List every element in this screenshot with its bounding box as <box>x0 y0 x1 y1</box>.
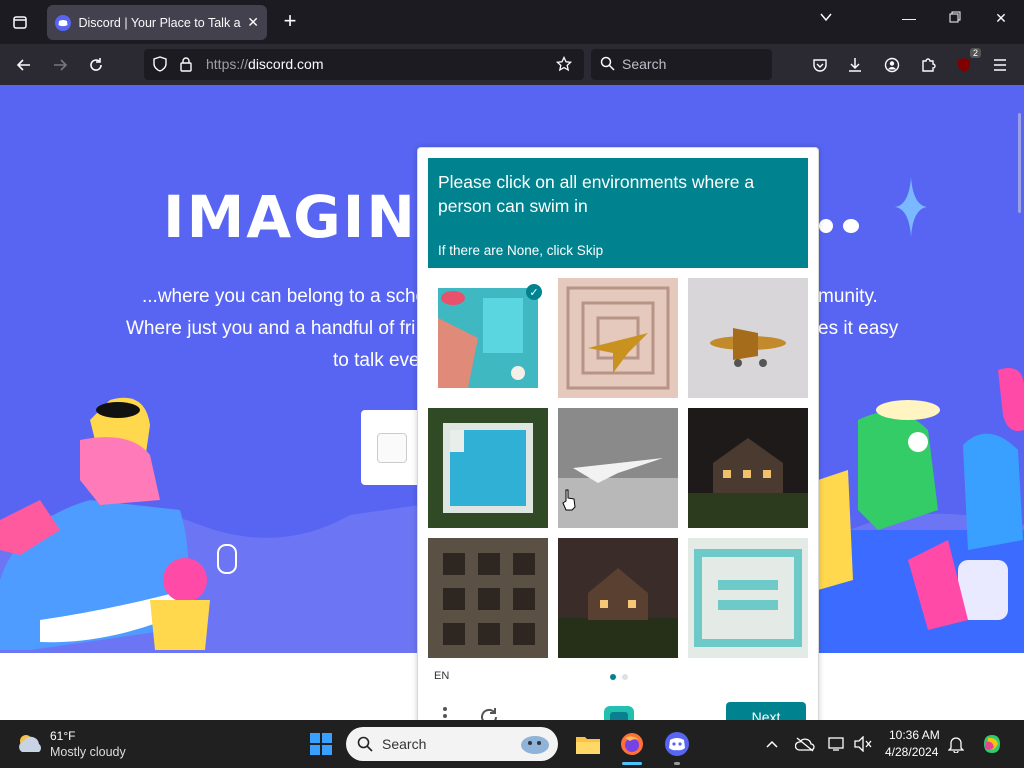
tab-title: Discord | Your Place to Talk and <box>78 15 242 30</box>
captcha-tile-1[interactable]: ✓ <box>428 278 548 398</box>
new-tab-icon[interactable]: + <box>278 8 302 36</box>
active-app-indicator <box>622 762 642 765</box>
plane-pattern-image <box>558 278 678 398</box>
back-icon[interactable] <box>10 52 38 78</box>
search-bar[interactable]: Search <box>591 49 772 80</box>
url-bar[interactable]: https://discord.com <box>144 49 584 80</box>
captcha-prompt-subtext: If there are None, click Skip <box>438 243 604 258</box>
hand-cursor-icon <box>562 489 576 511</box>
cloud-weather-icon[interactable] <box>16 732 44 759</box>
taskbar-search[interactable]: Search <box>346 727 558 761</box>
minimize-icon[interactable]: — <box>894 10 924 26</box>
file-explorer-icon[interactable] <box>576 732 600 756</box>
language-selector[interactable]: EN <box>434 670 449 682</box>
page-indicator-active <box>610 674 616 680</box>
captcha-tile-8[interactable] <box>558 538 678 658</box>
search-icon <box>600 56 615 76</box>
swimming-pool-image <box>428 408 548 528</box>
toy-airplane-image <box>688 278 808 398</box>
network-icon[interactable] <box>825 732 849 756</box>
account-icon[interactable] <box>878 52 906 78</box>
restore-icon[interactable] <box>940 10 970 26</box>
right-character-illustration <box>818 368 1024 655</box>
tab-bar: Discord | Your Place to Talk and ✕ + — ✕ <box>0 0 1024 44</box>
hero-tagline-line1: ...where you can belong to a scho <box>142 286 427 307</box>
dot-decoration <box>819 219 833 233</box>
show-hidden-icons-chevron-icon[interactable] <box>760 732 784 756</box>
taskbar-search-placeholder: Search <box>382 736 427 752</box>
lock-icon[interactable] <box>179 56 193 77</box>
volume-muted-icon[interactable] <box>851 732 875 756</box>
page-indicator <box>622 674 628 680</box>
download-icon[interactable] <box>841 52 869 78</box>
selected-check-icon: ✓ <box>526 284 542 300</box>
hero-tagline-line2-end: es it easy <box>818 318 899 339</box>
captcha-tile-3[interactable] <box>688 278 808 398</box>
tab-list-icon[interactable] <box>6 8 34 36</box>
left-character-illustration <box>0 397 237 650</box>
extension-badge: 2 <box>969 48 981 58</box>
running-app-indicator <box>674 762 680 765</box>
onedrive-offline-icon[interactable] <box>793 732 817 756</box>
hero-tagline-line3: to talk eve <box>333 350 420 371</box>
close-tab-icon[interactable]: ✕ <box>247 14 259 31</box>
captcha-prompt: Please click on all environments where a… <box>428 158 808 268</box>
search-placeholder: Search <box>622 56 667 72</box>
list-all-tabs-icon[interactable] <box>811 10 841 27</box>
hero-title: IMAGIN <box>163 183 417 251</box>
pool-illustration-image <box>688 538 808 658</box>
captcha-prompt-text: Please click on all environments where a… <box>438 172 755 216</box>
weather-description[interactable]: Mostly cloudy <box>50 745 126 759</box>
clock-time[interactable]: 10:36 AM <box>889 728 940 742</box>
house-at-night-image <box>688 408 808 528</box>
pocket-icon[interactable] <box>806 52 834 78</box>
menu-icon[interactable] <box>986 52 1014 78</box>
discord-favicon-icon <box>55 14 71 31</box>
shield-icon[interactable] <box>152 56 168 77</box>
tab-discord[interactable]: Discord | Your Place to Talk and ✕ <box>47 5 267 40</box>
discord-app-icon[interactable] <box>665 732 689 756</box>
captcha-tile-6[interactable] <box>688 408 808 528</box>
captcha-challenge: Please click on all environments where a… <box>417 147 819 727</box>
search-icon <box>357 736 373 757</box>
copilot-icon[interactable] <box>980 732 1004 756</box>
forward-icon[interactable] <box>46 52 74 78</box>
table-grid-image <box>428 538 548 658</box>
reload-icon[interactable] <box>82 52 110 78</box>
extensions-icon[interactable] <box>914 52 942 78</box>
url-text[interactable]: https://discord.com <box>206 56 324 72</box>
navigation-bar: https://discord.com Search 2 <box>0 44 1024 85</box>
hcaptcha-checkbox[interactable] <box>377 433 407 463</box>
dot-decoration <box>843 219 859 233</box>
hero-tagline-line1-end: munity. <box>818 286 878 307</box>
captcha-tile-2[interactable] <box>558 278 678 398</box>
hero-tagline-line2: Where just you and a handful of fri <box>126 318 416 339</box>
house-at-dusk-image <box>558 538 678 658</box>
firefox-icon[interactable] <box>620 732 644 756</box>
bookmark-star-icon[interactable] <box>555 55 573 77</box>
windows-start-icon[interactable] <box>309 732 333 756</box>
page-scrollbar[interactable] <box>1018 113 1021 213</box>
captcha-tile-4[interactable] <box>428 408 548 528</box>
windows-taskbar: 61°F Mostly cloudy Search 10:36 AM 4/28/… <box>0 720 1024 768</box>
ublock-icon[interactable]: 2 <box>950 48 981 78</box>
captcha-tile-7[interactable] <box>428 538 548 658</box>
close-window-icon[interactable]: ✕ <box>986 10 1016 27</box>
captcha-tile-9[interactable] <box>688 538 808 658</box>
search-highlight-icon <box>518 731 552 762</box>
notification-bell-icon[interactable] <box>944 732 968 756</box>
sparkle-icon <box>895 177 927 237</box>
weather-temperature[interactable]: 61°F <box>50 729 75 743</box>
clock-date[interactable]: 4/28/2024 <box>885 745 938 759</box>
